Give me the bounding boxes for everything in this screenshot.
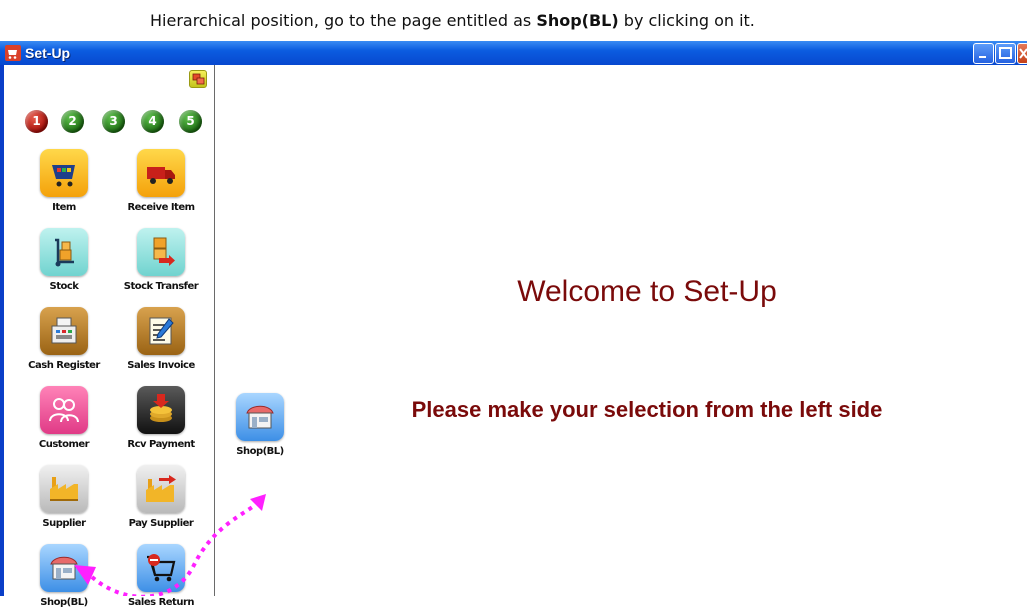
minimize-icon [979, 56, 986, 58]
tile-label: Shop(BL) [40, 597, 88, 608]
close-button[interactable] [1017, 43, 1027, 64]
task-caption: Hierarchical position, go to the page en… [0, 0, 1027, 41]
maximize-button[interactable] [995, 43, 1016, 64]
caption-prefix: Hierarchical position, go to the page en… [150, 11, 532, 30]
setup-window: Set-Up 1 2 3 4 5 Item Receive Item Stock… [0, 41, 1027, 608]
title-bar[interactable]: Set-Up [0, 41, 1027, 65]
drag-arrow-annotation [74, 494, 266, 596]
maximize-icon [999, 47, 1012, 59]
window-title: Set-Up [25, 45, 71, 61]
minimize-button[interactable] [973, 43, 994, 64]
caption-suffix: by clicking on it. [623, 11, 755, 30]
tile-label: Sales Return [127, 597, 195, 608]
window-client-area: 1 2 3 4 5 Item Receive Item Stock Stock … [4, 65, 1027, 608]
caption-bold: Shop(BL) [536, 11, 619, 30]
close-icon [1019, 48, 1027, 59]
shopping-cart-icon [5, 45, 21, 61]
